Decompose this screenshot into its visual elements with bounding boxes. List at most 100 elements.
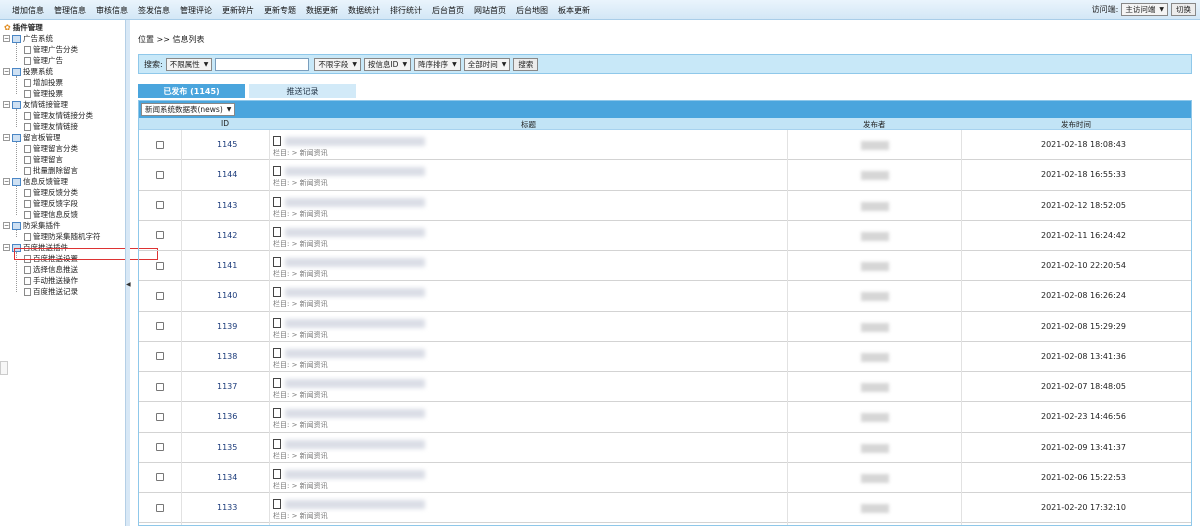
- order-by-select[interactable]: 按信息ID ▼: [363, 57, 412, 71]
- row-checkbox[interactable]: [156, 473, 164, 482]
- nav-item[interactable]: 管理信息: [54, 5, 86, 16]
- tree-item[interactable]: 管理反馈字段: [24, 198, 78, 209]
- tree-group[interactable]: − 留言板管理: [3, 132, 61, 143]
- edit-document-icon[interactable]: [273, 378, 281, 388]
- row-id[interactable]: 1141: [217, 251, 237, 280]
- row-title-redacted[interactable]: [285, 137, 425, 146]
- edit-document-icon[interactable]: [273, 166, 281, 177]
- row-title-redacted[interactable]: [285, 500, 425, 509]
- tree-item[interactable]: 管理友情链接: [24, 121, 78, 132]
- row-id[interactable]: 1135: [217, 433, 237, 462]
- collapse-icon[interactable]: −: [3, 68, 10, 75]
- row-id[interactable]: 1136: [217, 402, 237, 431]
- row-title-redacted[interactable]: [285, 167, 425, 177]
- row-title-redacted[interactable]: [285, 318, 425, 328]
- row-checkbox[interactable]: [156, 231, 164, 240]
- nav-item[interactable]: 数据更新: [306, 5, 338, 16]
- edit-document-icon[interactable]: [273, 408, 281, 419]
- sort-select[interactable]: 降序排序 ▼: [414, 57, 461, 71]
- tree-item[interactable]: 增加投票: [24, 77, 63, 88]
- row-title-redacted[interactable]: [285, 258, 425, 267]
- tree-item[interactable]: 管理友情链接分类: [24, 110, 93, 121]
- row-id[interactable]: 1137: [217, 372, 237, 401]
- row-id[interactable]: 1144: [217, 160, 237, 189]
- tree-item[interactable]: 管理留言: [24, 154, 63, 165]
- collapse-icon[interactable]: −: [3, 244, 10, 251]
- tree-item[interactable]: 管理信息反馈: [24, 209, 78, 220]
- nav-item[interactable]: 后台地图: [516, 5, 548, 16]
- tree-root[interactable]: ✿ 插件管理: [4, 22, 43, 33]
- tree-item[interactable]: 管理广告: [24, 55, 63, 66]
- nav-item[interactable]: 网站首页: [474, 5, 506, 16]
- nav-item[interactable]: 审核信息: [96, 5, 128, 16]
- tree-item[interactable]: 批量删除留言: [24, 165, 78, 176]
- row-id[interactable]: 1142: [217, 221, 237, 250]
- edit-document-icon[interactable]: [273, 226, 281, 237]
- row-title-redacted[interactable]: [285, 227, 425, 237]
- row-checkbox[interactable]: [156, 503, 164, 512]
- edit-document-icon[interactable]: [273, 287, 281, 298]
- sidebar-splitter[interactable]: [125, 20, 130, 526]
- nav-item[interactable]: 增加信息: [12, 5, 44, 16]
- tree-item[interactable]: 选择信息推送: [24, 264, 78, 275]
- tab-push-records[interactable]: 推送记录: [249, 84, 356, 98]
- edit-document-icon[interactable]: [273, 438, 281, 449]
- row-checkbox[interactable]: [156, 443, 164, 452]
- edit-document-icon[interactable]: [273, 468, 281, 479]
- tree-item[interactable]: 手动推送操作: [24, 275, 78, 286]
- nav-item[interactable]: 排行统计: [390, 5, 422, 16]
- collapse-icon[interactable]: −: [3, 134, 10, 141]
- row-title-redacted[interactable]: [285, 197, 425, 207]
- row-title-redacted[interactable]: [285, 409, 425, 419]
- row-id[interactable]: 1133: [217, 493, 237, 522]
- collapse-icon[interactable]: −: [3, 222, 10, 229]
- row-checkbox[interactable]: [156, 170, 164, 179]
- collapse-icon[interactable]: −: [3, 35, 10, 42]
- nav-item[interactable]: 更新专题: [264, 5, 296, 16]
- row-id[interactable]: 1139: [217, 312, 237, 341]
- nav-item[interactable]: 更新碎片: [222, 5, 254, 16]
- row-title-redacted[interactable]: [285, 348, 425, 358]
- nav-item[interactable]: 板本更新: [558, 5, 590, 16]
- collapse-icon[interactable]: −: [3, 101, 10, 108]
- tree-group[interactable]: − 友情链接管理: [3, 99, 68, 110]
- edit-document-icon[interactable]: [273, 136, 281, 146]
- search-button[interactable]: 搜索: [513, 57, 539, 71]
- edit-document-icon[interactable]: [273, 196, 281, 207]
- row-title-redacted[interactable]: [285, 439, 425, 449]
- tree-item[interactable]: 管理广告分类: [24, 44, 78, 55]
- edit-document-icon[interactable]: [273, 317, 281, 328]
- row-checkbox[interactable]: [156, 412, 164, 421]
- nav-item[interactable]: 管理评论: [180, 5, 212, 16]
- row-title-redacted[interactable]: [285, 288, 425, 298]
- row-id[interactable]: 1145: [217, 130, 237, 159]
- tree-item[interactable]: 百度推送记录: [24, 286, 78, 297]
- attribute-select[interactable]: 不限属性 ▼: [165, 57, 213, 71]
- edit-document-icon[interactable]: [273, 257, 281, 267]
- tab-published[interactable]: 已发布 (1145): [138, 84, 245, 98]
- tree-item[interactable]: 管理反馈分类: [24, 187, 78, 198]
- row-id[interactable]: 1143: [217, 191, 237, 220]
- row-checkbox[interactable]: [156, 291, 164, 300]
- collapse-icon[interactable]: −: [3, 178, 10, 185]
- tree-item[interactable]: 管理留言分类: [24, 143, 78, 154]
- row-title-redacted[interactable]: [285, 469, 425, 479]
- switch-button[interactable]: 切换: [1171, 3, 1196, 16]
- row-checkbox[interactable]: [156, 261, 164, 270]
- tree-group[interactable]: − 广告系统: [3, 33, 53, 44]
- row-checkbox[interactable]: [156, 322, 164, 331]
- tree-item[interactable]: 管理防采集随机字符: [24, 231, 101, 242]
- edit-document-icon[interactable]: [273, 499, 281, 509]
- edge-handle[interactable]: [0, 361, 8, 375]
- tree-group[interactable]: − 防采集插件: [3, 220, 61, 231]
- row-checkbox[interactable]: [156, 382, 164, 391]
- site-select[interactable]: 主访问端 ▼: [1121, 3, 1168, 16]
- row-checkbox[interactable]: [156, 352, 164, 361]
- row-checkbox[interactable]: [156, 201, 164, 210]
- row-id[interactable]: 1134: [217, 463, 237, 492]
- field-select[interactable]: 不限字段 ▼: [314, 57, 361, 71]
- nav-item[interactable]: 后台首页: [432, 5, 464, 16]
- edit-document-icon[interactable]: [273, 347, 281, 358]
- tree-item[interactable]: 管理投票: [24, 88, 63, 99]
- row-title-redacted[interactable]: [285, 379, 425, 388]
